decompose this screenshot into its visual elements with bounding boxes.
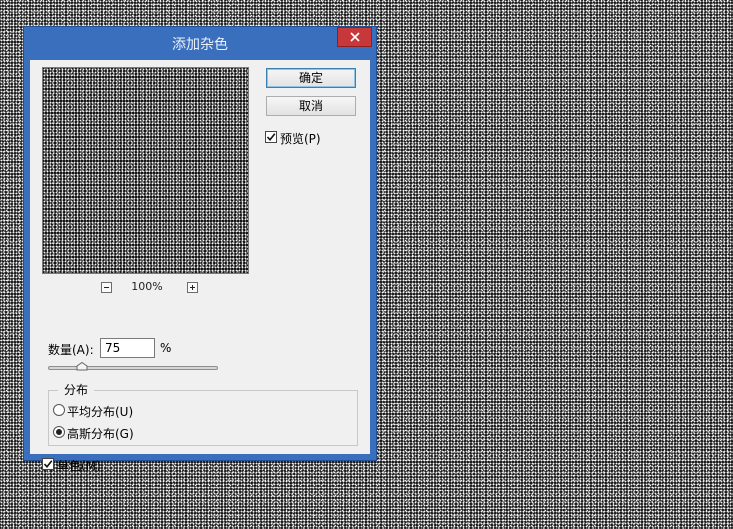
noise-preview-image[interactable] (42, 67, 249, 274)
monochromatic-label: 单色(M) (57, 459, 101, 473)
amount-slider-track[interactable] (48, 366, 218, 370)
radio-gaussian-label: 高斯分布(G) (67, 427, 134, 441)
plus-icon (190, 285, 195, 290)
cancel-button[interactable]: 取消 (266, 96, 356, 116)
zoom-out-button[interactable] (101, 282, 112, 293)
add-noise-dialog: 添加杂色 100% 确定 取消 预览(P) 数量(A): 75 % 分布 平均分… (24, 27, 376, 473)
zoom-in-button[interactable] (187, 282, 198, 293)
radio-gaussian[interactable] (53, 426, 65, 438)
amount-slider-thumb[interactable] (76, 362, 88, 371)
preview-label: 预览(P) (280, 132, 321, 146)
close-button[interactable] (337, 27, 372, 47)
minus-icon (104, 287, 109, 288)
amount-unit: % (160, 341, 172, 355)
amount-input[interactable]: 75 (100, 338, 155, 358)
ok-button[interactable]: 确定 (266, 68, 356, 88)
dialog-client-area: 100% 确定 取消 预览(P) 数量(A): 75 % 分布 平均分布(U) … (30, 60, 370, 473)
checkmark-icon (43, 460, 53, 469)
radio-uniform[interactable] (53, 404, 65, 416)
dialog-title-bar[interactable]: 添加杂色 (24, 27, 376, 60)
checkmark-icon (266, 133, 276, 142)
preview-checkbox[interactable] (265, 131, 277, 143)
amount-label: 数量(A): (48, 343, 94, 357)
monochromatic-checkbox[interactable] (42, 458, 54, 470)
radio-selected-dot (56, 429, 62, 435)
radio-uniform-label: 平均分布(U) (67, 405, 134, 419)
close-icon (350, 32, 360, 42)
dialog-title: 添加杂色 (172, 37, 228, 53)
distribution-group-title: 分布 (58, 381, 95, 398)
zoom-level: 100% (131, 280, 163, 293)
